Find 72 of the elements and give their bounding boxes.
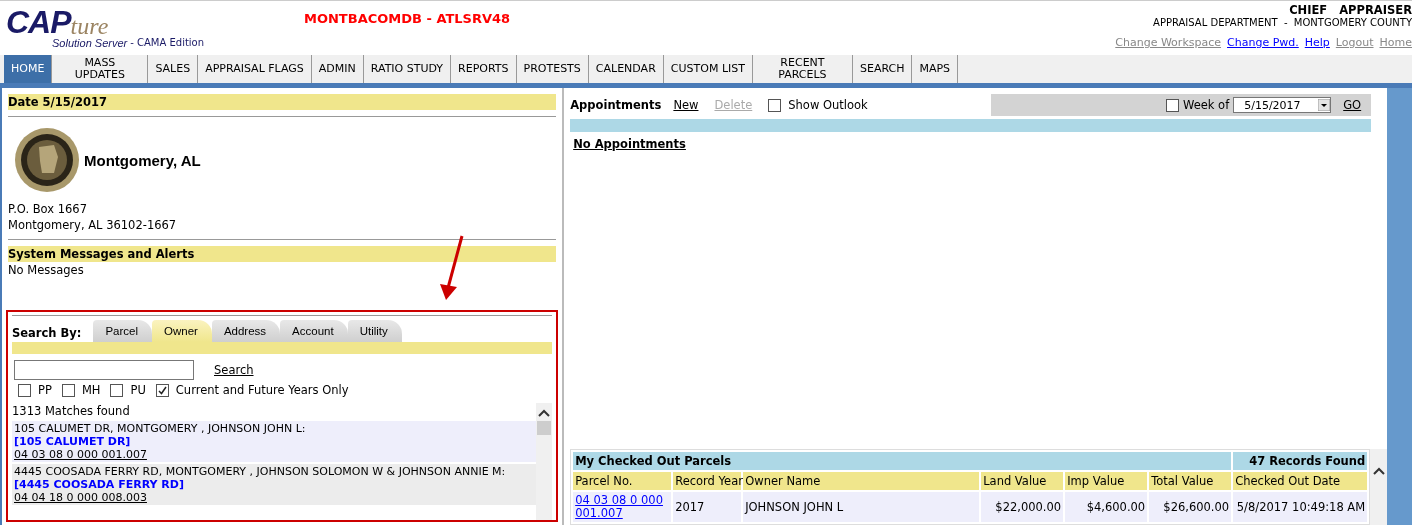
search-result[interactable]: 4445 COOSADA FERRY RD, MONTGOMERY , JOHNSON SOLOMON W & JOHNSON ANNIE M: [4445 COOSADA FERRY RD] 04 04 18 0 000 008.003 [12,464,537,505]
result-address-link[interactable]: [105 CALUMET DR] [14,435,535,448]
chevron-up-icon[interactable] [538,409,551,417]
scroll-thumb[interactable] [537,421,552,435]
messages-header: System Messages and Alerts [8,246,557,262]
records-count: 47 Records Found [1233,452,1368,470]
column-header: Owner Name [743,472,980,490]
scrollbar[interactable] [1370,449,1388,525]
appointments-title: Appointments [570,98,662,112]
result-parcel-link[interactable]: 04 03 08 0 000 001.007 [14,448,147,461]
header-link[interactable]: Help [1304,36,1330,49]
messages-text: No Messages [8,262,85,278]
user-title: CHIEF APPRAISER [1289,3,1412,17]
result-description: 4445 COOSADA FERRY RD, MONTGOMERY , JOHNSON SOLOMON W & JOHNSON ANNIE M: [14,465,507,478]
search-link[interactable]: Search [214,363,254,377]
address-line: Montgomery, AL 36102-1667 [8,217,178,233]
appointment-action[interactable]: New [673,98,699,112]
checkbox[interactable] [110,383,124,397]
search-tab[interactable]: Address [211,320,281,342]
county-name: Montgomery, AL [84,151,201,169]
county-seal-icon [14,127,80,193]
search-tab[interactable]: Utility [347,320,402,342]
search-tab[interactable]: Account [280,320,348,342]
logo-edition: - CAMA Edition [130,37,205,49]
checkbox[interactable] [61,383,75,397]
table-cell: $4,600.00 [1065,492,1148,522]
table-cell: 2017 [673,492,742,522]
table-cell: 5/8/2017 10:49:18 AM [1233,492,1368,522]
checkbox[interactable] [155,383,169,397]
table-cell: JOHNSON JOHN L [743,492,980,522]
column-header: Checked Out Date [1233,472,1368,490]
parcel-link[interactable]: 04 03 08 0 000 001.007 [575,494,670,520]
checkbox[interactable] [1165,98,1179,112]
search-by-label: Search By: [12,326,82,342]
department-text: APPRAISAL DEPARTMENT - MONTGOMERY COUNTY [1153,17,1412,28]
option-label: Current and Future Years Only [175,383,349,397]
result-description: 105 CALUMET DR, MONTGOMERY , JOHNSON JOHN L: [14,422,307,435]
go-link[interactable]: GO [1343,98,1362,112]
column-header: Parcel No. [573,472,672,490]
date-header: Date 5/15/2017 [8,94,557,110]
result-parcel-link[interactable]: 04 04 18 0 000 008.003 [14,491,147,504]
search-tab[interactable]: Owner [152,320,212,342]
column-header: Land Value [981,472,1064,490]
column-header: Imp Value [1065,472,1148,490]
column-header: Total Value [1149,472,1232,490]
search-input[interactable] [14,360,194,380]
column-header: Record Year [673,472,742,490]
checkbox[interactable] [768,98,782,112]
table-cell: $22,000.00 [981,492,1064,522]
result-address-link[interactable]: [4445 COOSADA FERRY RD] [14,478,535,491]
header-link[interactable]: Change Pwd. [1227,36,1299,49]
logo-tagline: Solution Server [52,37,128,49]
search-result[interactable]: 105 CALUMET DR, MONTGOMERY , JOHNSON JOHN L: [105 CALUMET DR] 04 03 08 0 000 001.007 [12,421,537,462]
search-tab[interactable]: Parcel [93,320,152,342]
nav-tab[interactable]: HOME [4,55,53,83]
option-label: MH [81,383,101,397]
date-dropdown[interactable]: 5/15/2017 [1233,97,1332,113]
database-title: MONTBACOMDB - ATLSRV48 [304,11,511,26]
chevron-up-icon[interactable] [1372,467,1385,475]
dropdown-arrow-icon[interactable] [1318,99,1331,111]
matches-count: 1313 Matches found [12,403,131,419]
checkbox[interactable] [18,383,31,397]
no-appointments-text: No Appointments [573,137,687,151]
show-outlook-label: Show Outlook [788,98,868,112]
table-title: My Checked Out Parcels [573,452,1232,470]
week-of-label: Week of [1182,98,1230,112]
address-line: P.O. Box 1667 [8,201,88,217]
option-label: PP [38,383,52,397]
logo-text: CAP [6,7,71,37]
option-label: PU [130,383,146,397]
table-cell: $26,600.00 [1149,492,1232,522]
scrollbar[interactable] [536,403,553,520]
